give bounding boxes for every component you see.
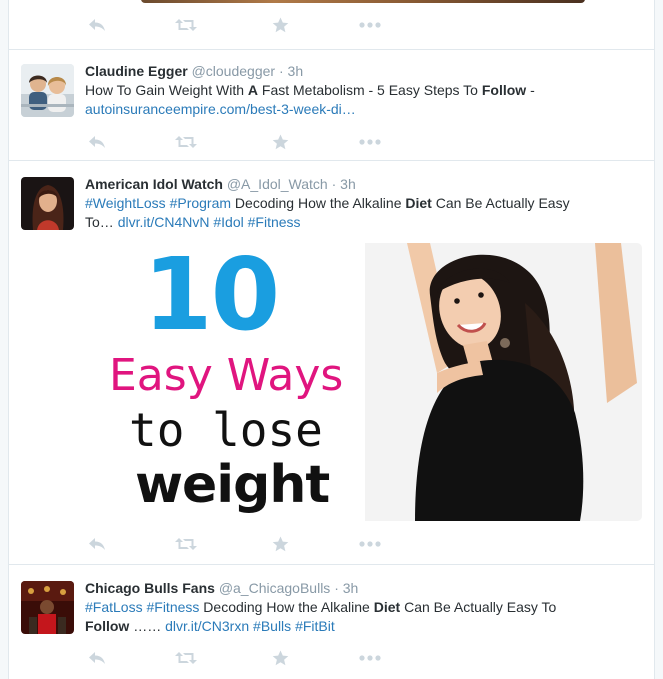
reply-icon[interactable] xyxy=(85,132,109,152)
text-segment: Can Be Actually Easy xyxy=(431,195,570,211)
text-segment: …… xyxy=(129,618,162,634)
hashtag-link[interactable]: #FitBit xyxy=(295,618,335,634)
retweet-icon[interactable] xyxy=(174,132,198,152)
tweet-media-partial[interactable] xyxy=(141,0,585,3)
text-segment: Fast Metabolism - 5 Easy Steps To xyxy=(258,82,482,98)
text-segment: - xyxy=(526,82,535,98)
tweet-actions xyxy=(85,15,405,35)
media-number-10: 10 xyxy=(143,243,280,353)
hashtag-link[interactable]: #WeightLoss xyxy=(85,195,166,211)
tweet-time-separator: · xyxy=(278,63,284,79)
tweet-item[interactable]: Claudine Egger @cloudegger · 3h How To G… xyxy=(9,50,654,161)
tweet-actions xyxy=(85,534,405,554)
text-bold: Follow xyxy=(481,82,527,98)
tweet-author-handle[interactable]: @cloudegger xyxy=(192,63,276,79)
tweet-time-separator: · xyxy=(334,580,339,596)
text-bold: Diet xyxy=(373,599,401,615)
reply-icon[interactable] xyxy=(85,534,109,554)
tweet-item xyxy=(9,0,654,50)
more-dots-icon[interactable] xyxy=(358,15,382,35)
more-dots-icon[interactable] xyxy=(358,534,382,554)
tweet-stream: Claudine Egger @cloudegger · 3h How To G… xyxy=(8,0,655,679)
text-segment: To… xyxy=(85,214,114,230)
tweet-author-name[interactable]: Claudine Egger xyxy=(85,63,188,79)
tweet-media-image[interactable]: 10 Easy Ways to lose weight xyxy=(85,243,642,521)
media-line-weight: weight xyxy=(135,455,330,515)
star-icon[interactable] xyxy=(268,534,292,554)
tweet-author-name[interactable]: American Idol Watch xyxy=(85,176,223,192)
hashtag-link[interactable]: #Program xyxy=(170,195,231,211)
hashtag-link[interactable]: #Bulls xyxy=(253,618,291,634)
tweet-author-handle[interactable]: @A_Idol_Watch xyxy=(227,176,328,192)
text-bold: Follow xyxy=(85,618,130,634)
tweet-item[interactable]: American Idol Watch @A_Idol_Watch · 3h #… xyxy=(9,161,654,565)
avatar[interactable] xyxy=(21,64,74,117)
tweet-author-name[interactable]: Chicago Bulls Fans xyxy=(85,580,215,596)
hashtag-link[interactable]: #Idol xyxy=(213,214,243,230)
tweet-text: How To Gain Weight With A Fast Metabolis… xyxy=(85,81,645,119)
star-icon[interactable] xyxy=(268,132,292,152)
tweet-header: Claudine Egger @cloudegger · 3h xyxy=(85,62,303,80)
avatar[interactable] xyxy=(21,581,74,634)
tweet-header: American Idol Watch @A_Idol_Watch · 3h xyxy=(85,175,356,193)
more-dots-icon[interactable] xyxy=(358,132,382,152)
reply-icon[interactable] xyxy=(85,648,109,668)
tweet-header: Chicago Bulls Fans @a_ChicagoBulls · 3h xyxy=(85,579,358,597)
star-icon[interactable] xyxy=(268,15,292,35)
text-segment: How To Gain Weight With xyxy=(85,82,248,98)
hashtag-link[interactable]: #Fitness xyxy=(248,214,301,230)
hashtag-link[interactable]: #Fitness xyxy=(146,599,199,615)
text-segment: Decoding How the Alkaline xyxy=(199,599,374,615)
text-segment: Can Be Actually Easy To xyxy=(400,599,557,615)
text-bold: Diet xyxy=(405,195,432,211)
star-icon[interactable] xyxy=(268,648,292,668)
tweet-timestamp[interactable]: 3h xyxy=(343,580,359,596)
reply-icon[interactable] xyxy=(85,15,109,35)
hashtag-link[interactable]: #FatLoss xyxy=(85,599,143,615)
more-dots-icon[interactable] xyxy=(358,648,382,668)
tweet-timestamp[interactable]: 3h xyxy=(340,176,356,192)
text-segment: Decoding How the Alkaline xyxy=(231,195,406,211)
tweet-item[interactable]: Chicago Bulls Fans @a_ChicagoBulls · 3h … xyxy=(9,565,654,679)
retweet-icon[interactable] xyxy=(174,15,198,35)
tweet-link[interactable]: dlvr.it/CN4NvN xyxy=(118,214,210,230)
retweet-icon[interactable] xyxy=(174,534,198,554)
tweet-timestamp[interactable]: 3h xyxy=(288,63,304,79)
media-line-easy-ways: Easy Ways xyxy=(109,350,344,401)
retweet-icon[interactable] xyxy=(174,648,198,668)
media-line-to-lose: to lose xyxy=(129,403,323,457)
tweet-link[interactable]: dlvr.it/CN3rxn xyxy=(165,618,249,634)
tweet-link[interactable]: autoinsuranceempire.com/best-3-week-di… xyxy=(85,101,356,117)
tweet-actions xyxy=(85,132,405,152)
tweet-time-separator: · xyxy=(331,176,337,192)
tweet-author-handle[interactable]: @a_ChicagoBulls xyxy=(219,580,331,596)
tweet-actions xyxy=(85,648,405,668)
tweet-text: #FatLoss #Fitness Decoding How the Alkal… xyxy=(85,598,645,636)
text-bold: A xyxy=(247,82,259,98)
tweet-text: #WeightLoss #Program Decoding How the Al… xyxy=(85,194,645,232)
avatar[interactable] xyxy=(21,177,74,230)
